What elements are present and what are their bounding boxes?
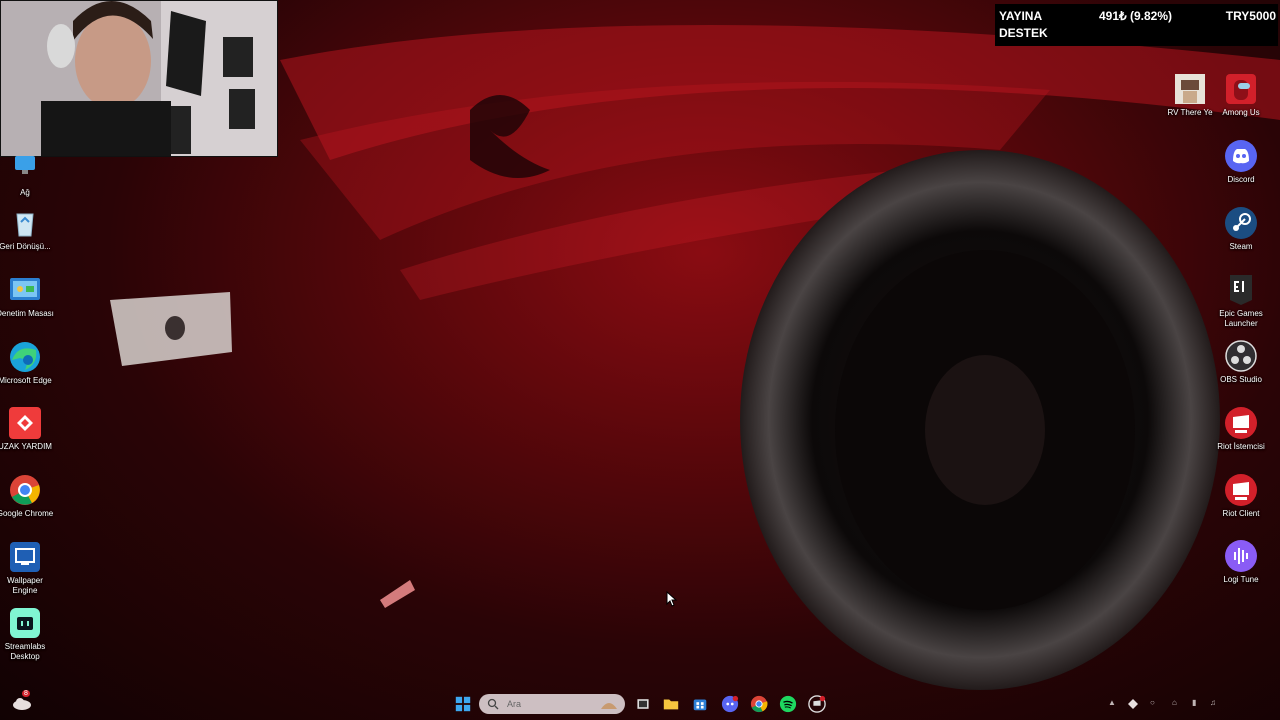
donation-goal-amount: TRY5000 [1225, 9, 1276, 23]
taskbar-riot[interactable] [807, 694, 827, 714]
desktop-icon-steam[interactable]: Steam [1210, 206, 1272, 252]
desktop-icon-obs[interactable]: OBS Studio [1210, 339, 1272, 385]
start-button[interactable] [453, 694, 473, 714]
donation-label-line1: YAYINA [999, 9, 1043, 23]
desktop-icon-control-panel[interactable]: Denetim Masası [0, 273, 56, 319]
file-explorer-icon [663, 699, 679, 710]
desktop-icon-label: UZAK YARDIM [0, 442, 52, 451]
taskbar-file-explorer[interactable] [661, 694, 681, 714]
desktop-icon-label: Google Chrome [0, 509, 54, 518]
taskbar-discord[interactable] [720, 694, 740, 714]
desktop-icon-label: Logi Tune [1223, 575, 1259, 584]
desktop-icon-remote-assist[interactable]: UZAK YARDIM [0, 406, 56, 452]
start-icon [455, 696, 471, 712]
desktop-icon-among-us[interactable]: Among Us [1210, 72, 1272, 118]
search-placeholder: Ara [507, 699, 522, 709]
donation-label-line2: DESTEK [999, 26, 1048, 40]
taskbar-chrome[interactable] [749, 694, 769, 714]
desktop-icon-logi-tune[interactable]: Logi Tune [1210, 539, 1272, 585]
rv-game-icon [1173, 72, 1207, 106]
among-us-icon [1224, 72, 1258, 106]
desktop-icon-chrome[interactable]: Google Chrome [0, 473, 56, 519]
tray-volume-icon[interactable]: ♫ [1210, 698, 1216, 707]
remote-assist-icon [8, 406, 42, 440]
desktop-icon-label: Steam [1229, 242, 1253, 251]
desktop-icon-wallpaper-engine[interactable]: Wallpaper Engine [0, 540, 56, 596]
desktop-icon-edge[interactable]: Microsoft Edge [0, 340, 56, 386]
taskbar-spotify[interactable] [778, 694, 798, 714]
streamlabs-icon [8, 606, 42, 640]
desktop-icon-riot-client[interactable]: Riot Client [1210, 473, 1272, 519]
desktop-icon-label: Microsoft Edge [0, 376, 52, 385]
control-panel-icon [8, 273, 42, 307]
spotify-icon [779, 695, 797, 713]
taskbar-store[interactable] [690, 694, 710, 714]
logi-tune-icon [1224, 539, 1258, 573]
desktop-icon-label: Geri Dönüşü... [0, 242, 51, 251]
tray-app-icon[interactable] [1127, 698, 1139, 712]
desktop-icon-streamlabs[interactable]: Streamlabs Desktop [0, 606, 56, 662]
tray-battery-icon[interactable]: ▮ [1192, 698, 1196, 707]
weather-widget-button[interactable]: 8 [11, 690, 33, 713]
desktop-icon-label: Riot İstemcisi [1217, 442, 1265, 451]
tray-network-icon[interactable]: ○ [1150, 698, 1155, 707]
riot-icon [808, 695, 826, 713]
desktop-icon-network[interactable]: Ağ [0, 152, 56, 198]
desktop-icon-label: Denetim Masası [0, 309, 54, 318]
desktop-icon-label: Streamlabs Desktop [4, 642, 46, 661]
donation-progress-text: 491₺ (9.82%) [1099, 9, 1173, 23]
webcam-overlay [0, 0, 278, 157]
search-icon [487, 698, 499, 710]
tray-overflow-icon[interactable]: ▲ [1108, 698, 1116, 707]
desktop-icon-discord[interactable]: Discord [1210, 139, 1272, 185]
recycle-bin-icon [8, 206, 42, 240]
chrome-icon [750, 695, 768, 713]
riot-icon [1224, 406, 1258, 440]
donation-goal-overlay: YAYINA DESTEK 491₺ (9.82%) TRY5000 [995, 4, 1278, 46]
wallpaper-engine-icon [8, 540, 42, 574]
desktop-icon-label: Wallpaper Engine [7, 576, 43, 595]
desktop-icon-riot-istemcisi[interactable]: Riot İstemcisi [1210, 406, 1272, 452]
desktop-icon-label: OBS Studio [1220, 375, 1262, 384]
steam-icon [1224, 206, 1258, 240]
desktop-icon-label: Discord [1227, 175, 1255, 184]
edge-icon [8, 340, 42, 374]
desktop-icon-epic-games[interactable]: Epic Games Launcher [1210, 273, 1272, 329]
tray-obs-icon [1128, 699, 1138, 709]
desktop-icon-label: Epic Games Launcher [1219, 309, 1263, 328]
taskbar-search-box[interactable]: Ara [479, 694, 625, 714]
epic-games-icon [1224, 273, 1258, 307]
desktop-icon-label: Riot Client [1222, 509, 1260, 518]
task-view-icon [637, 699, 649, 709]
tray-wifi-icon[interactable]: ⌂ [1172, 698, 1177, 707]
desktop-icon-label: Among Us [1222, 108, 1260, 117]
riot-icon [1224, 473, 1258, 507]
discord-icon [1224, 139, 1258, 173]
desktop-icon-label: Ağ [20, 188, 30, 197]
store-icon [693, 699, 707, 711]
weather-badge: 8 [22, 690, 30, 697]
chrome-icon [8, 473, 42, 507]
search-highlight-icon [601, 703, 617, 709]
obs-icon [1224, 339, 1258, 373]
task-view-button[interactable] [633, 694, 653, 714]
desktop-icon-recycle-bin[interactable]: Geri Dönüşü... [0, 206, 56, 252]
mouse-cursor-icon [666, 591, 678, 607]
network-icon [8, 152, 42, 186]
discord-icon [721, 695, 739, 713]
